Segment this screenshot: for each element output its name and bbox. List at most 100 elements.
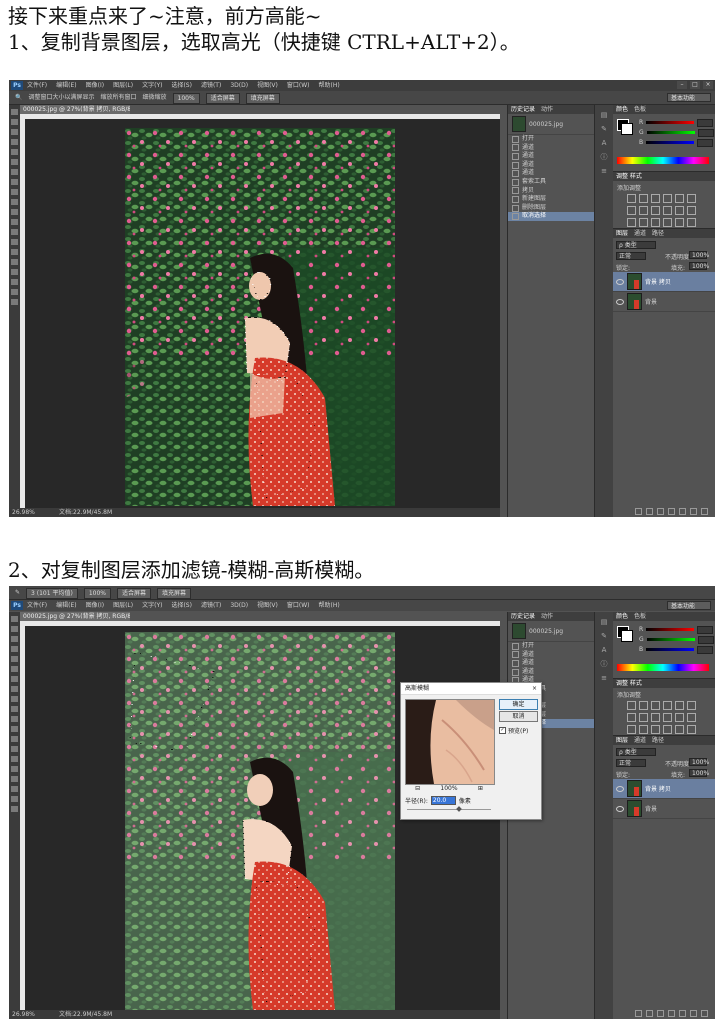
folder-icon[interactable] [679,508,686,515]
history-item[interactable]: 通道 [508,169,594,178]
cancel-button[interactable]: 取消 [499,711,538,722]
solid-icon[interactable] [675,725,684,734]
threshold-icon[interactable] [639,218,648,227]
pattern-icon[interactable] [687,218,696,227]
tab-channels[interactable]: 通道 [634,229,646,238]
trash-icon[interactable] [701,1010,708,1017]
pen-tool-icon[interactable] [11,756,18,762]
brush-tool-icon[interactable] [11,686,18,692]
bw-icon[interactable] [639,713,648,722]
tab-layers[interactable]: 图层 [616,736,628,745]
menu-image[interactable]: 图像(I) [86,80,104,91]
tab-actions[interactable]: 动作 [541,105,553,114]
history-item[interactable]: 通道 [508,659,594,668]
mask-icon[interactable] [657,1010,664,1017]
photo-canvas[interactable] [125,632,395,1010]
history-item[interactable]: 通道 [508,668,594,677]
info-panel-icon[interactable]: ⓘ [600,153,608,161]
history-panel-icon[interactable]: ▤ [600,618,608,626]
healing-tool-icon[interactable] [11,169,18,175]
history-panel-icon[interactable]: ▤ [600,111,608,119]
selective-color-icon[interactable] [651,218,660,227]
history-item[interactable]: 套索工具 [508,178,594,187]
history-item[interactable]: 通道 [508,152,594,161]
character-panel-icon[interactable]: A [600,646,608,654]
tab-layers[interactable]: 图层 [616,229,628,238]
eraser-tool-icon[interactable] [11,209,18,215]
document-tab[interactable]: 000025.jpg @ 27%(背景 拷贝, RGB/8) × [20,105,130,114]
trash-icon[interactable] [701,508,708,515]
shape-tool-icon[interactable] [11,786,18,792]
opacity-input[interactable]: 100% [689,251,709,259]
blur-tool-icon[interactable] [11,736,18,742]
document-tab[interactable]: 000025.jpg @ 27%(背景 拷贝, RGB/8) × [20,612,130,621]
layer-row[interactable]: 背景 [613,799,715,819]
fill-screen-button[interactable]: 填充屏幕 [156,588,191,599]
healing-tool-icon[interactable] [11,676,18,682]
curves-icon[interactable] [651,701,660,710]
marquee-tool-icon[interactable] [11,626,18,632]
history-item[interactable]: 新建图层 [508,195,594,204]
history-snapshot[interactable]: 000025.jpg [508,114,594,135]
red-slider[interactable]: R [639,118,714,127]
zoom-tool-icon[interactable] [11,806,18,812]
color-spectrum[interactable] [617,664,709,671]
actual-pixels-button[interactable]: 100% [83,588,111,599]
lookup-icon[interactable] [675,713,684,722]
fg-bg-swatch[interactable] [617,119,633,135]
radius-slider[interactable] [407,806,491,812]
menu-view[interactable]: 视图(V) [257,600,278,611]
menu-3d[interactable]: 3D(D) [230,600,248,611]
brightness-icon[interactable] [627,701,636,710]
radius-slider-handle[interactable] [456,806,462,812]
vibrance-icon[interactable] [675,194,684,203]
blue-slider[interactable]: B [639,138,714,147]
menu-image[interactable]: 图像(I) [86,600,104,611]
threshold-icon[interactable] [639,725,648,734]
menu-help[interactable]: 帮助(H) [319,80,340,91]
blue-slider[interactable]: B [639,645,714,654]
invert-icon[interactable] [687,206,696,215]
photo-filter-icon[interactable] [651,713,660,722]
type-tool-icon[interactable] [11,259,18,265]
tab-channels[interactable]: 通道 [634,736,646,745]
dodge-tool-icon[interactable] [11,239,18,245]
menu-edit[interactable]: 编辑(E) [56,600,76,611]
green-slider[interactable]: G [639,635,714,644]
posterize-icon[interactable] [627,725,636,734]
tab-swatches[interactable]: 色板 [634,612,646,621]
tab-color[interactable]: 颜色 [616,105,628,114]
new-layer-icon[interactable] [690,508,697,515]
green-slider[interactable]: G [639,128,714,137]
link-icon[interactable] [635,1010,642,1017]
workspace-select[interactable]: 基本功能 [667,93,711,102]
menu-3d[interactable]: 3D(D) [230,80,248,91]
hand-tool-icon[interactable] [11,796,18,802]
layer-row[interactable]: 背景 拷贝 [613,779,715,799]
history-item-selected[interactable]: 取消选择 [508,212,594,221]
menu-type[interactable]: 文字(Y) [142,600,162,611]
fill-input[interactable]: 100% [689,769,709,777]
folder-icon[interactable] [679,1010,686,1017]
menu-select[interactable]: 选择(S) [171,600,192,611]
lasso-tool-icon[interactable] [11,129,18,135]
channel-mixer-icon[interactable] [663,713,672,722]
maximize-button[interactable]: □ [690,81,700,89]
fill-input[interactable]: 100% [689,262,709,270]
mask-icon[interactable] [657,508,664,515]
color-balance-icon[interactable] [627,206,636,215]
history-item[interactable]: 通道 [508,161,594,170]
menu-file[interactable]: 文件(F) [27,80,47,91]
menu-type[interactable]: 文字(Y) [142,80,162,91]
info-panel-icon[interactable]: ⓘ [600,660,608,668]
history-snapshot[interactable]: 000025.jpg [508,621,594,642]
eyedropper-tool-icon[interactable] [11,666,18,672]
pen-tool-icon[interactable] [11,249,18,255]
eye-icon[interactable] [616,805,624,812]
hue-icon[interactable] [687,701,696,710]
hand-tool-icon[interactable] [11,289,18,295]
lasso-tool-icon[interactable] [11,636,18,642]
move-tool-icon[interactable] [11,109,18,115]
blend-mode-select[interactable]: 正常 [616,252,646,260]
history-item[interactable]: 通道 [508,651,594,660]
